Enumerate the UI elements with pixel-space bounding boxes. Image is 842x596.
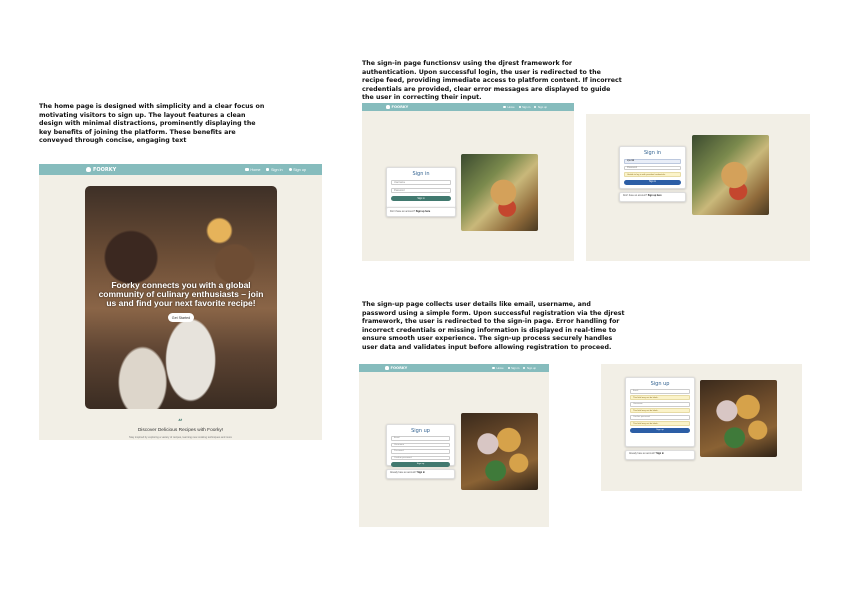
signup-description: The sign-up page collects user details l… (362, 301, 625, 351)
home-icon (492, 367, 495, 369)
signin-footer-text: Don't have an account? Sign up here (390, 210, 431, 213)
password-input[interactable]: Password (391, 449, 450, 454)
signin-title: Sign in (412, 171, 430, 177)
brand-logo[interactable]: FOORKY (86, 167, 116, 173)
signin-error-mockup: Sign in special Password Unable to log i… (586, 114, 810, 261)
password-input[interactable]: Password (624, 165, 681, 170)
quote-icon: “ (178, 417, 183, 427)
username-input[interactable]: special (624, 159, 681, 164)
signin-footer-text: Don't have an account? Sign up here (623, 195, 662, 197)
signup-footer-card: Already have an account? Sign in (386, 469, 455, 479)
signin-error-card: Sign in special Password Unable to log i… (619, 146, 686, 189)
user-plus-icon (534, 106, 537, 108)
nav-home-link[interactable]: Home (245, 168, 260, 172)
email-error: This field may not be blank. (630, 395, 690, 400)
sign-in-icon (518, 106, 521, 108)
nav-signin-link[interactable]: Sign in (507, 367, 519, 370)
signup-card: Sign up Email Username Password Confirm … (386, 424, 455, 467)
navbar: FOORKY Home Sign in Sign up (362, 103, 574, 111)
vegetables-image (461, 413, 538, 490)
signup-error-footer-card: Already have an account? Sign in (625, 450, 695, 460)
password-input[interactable]: Password (391, 188, 451, 193)
nav-links: Home Sign in Sign up (245, 168, 306, 172)
chef-hat-icon (386, 105, 390, 109)
navbar: FOORKY Home Sign in Sign up (39, 164, 322, 175)
brand-name: FOORKY (391, 105, 409, 109)
signin-page-mockup: FOORKY Home Sign in Sign up Sign in User… (362, 103, 574, 261)
sign-in-icon (266, 168, 270, 171)
password-input[interactable]: Confirm password (630, 415, 690, 420)
email-input[interactable]: Email (391, 436, 450, 441)
signin-error-footer-card: Don't have an account? Sign up here (619, 192, 686, 202)
nav-signin-link[interactable]: Sign in (266, 168, 283, 172)
signup-footer-text: Already have an account? Sign in (629, 453, 664, 455)
food-jar-image (692, 135, 769, 215)
nav-signin-link[interactable]: Sign in (518, 106, 530, 109)
signin-button[interactable]: Sign in (391, 196, 451, 201)
home-page-mockup: FOORKY Home Sign in Sign up Foorky conne… (39, 164, 322, 440)
brand-name: FOORKY (390, 366, 408, 370)
username-input[interactable]: Username (391, 442, 450, 447)
brand-logo[interactable]: FOORKY (385, 366, 407, 370)
nav-signup-link[interactable]: Sign up (288, 168, 306, 172)
signin-card: Sign in Username Password Sign in (386, 167, 456, 209)
brand-logo[interactable]: FOORKY (386, 105, 408, 109)
home-tagline: Stay inspired by exploring a variety of … (129, 436, 232, 439)
nav-links: Home Sign in Sign up (503, 106, 547, 109)
nav-signup-link[interactable]: Sign up (523, 367, 536, 370)
get-started-button[interactable]: Get Started (168, 313, 194, 322)
signup-title: Sign up (650, 381, 670, 387)
password-error: This field may not be blank. (630, 421, 690, 426)
signup-link[interactable]: Sign up here (416, 210, 430, 213)
home-description: The home page is designed with simplicit… (39, 103, 265, 145)
signup-button[interactable]: Sign up (391, 462, 450, 467)
home-icon (245, 168, 249, 171)
signup-button[interactable]: Sign up (630, 428, 690, 433)
food-jar-image (461, 154, 538, 231)
chef-hat-icon (385, 366, 389, 370)
signup-error-card: Sign up Email This field may not be blan… (625, 377, 695, 447)
signup-title: Sign up (411, 428, 430, 434)
signup-link[interactable]: Sign up here (648, 195, 662, 197)
username-error: This field may not be blank. (630, 408, 690, 413)
nav-signup-link[interactable]: Sign up (534, 106, 547, 109)
username-input[interactable]: Username (391, 180, 451, 185)
sign-in-icon (507, 367, 510, 369)
navbar: FOORKY Home Sign in Sign up (359, 364, 549, 372)
user-plus-icon (523, 367, 526, 369)
username-input[interactable]: Username (630, 402, 690, 407)
chef-hat-icon (86, 167, 91, 172)
user-plus-icon (288, 168, 292, 171)
signup-footer-text: Already have an account? Sign in (390, 472, 425, 474)
signin-description: The sign-in page functionsv using the dj… (362, 60, 622, 102)
signin-link[interactable]: Sign in (417, 472, 425, 474)
nav-home-link[interactable]: Home (492, 367, 504, 370)
signup-page-mockup: FOORKY Home Sign in Sign up Sign up Emai… (359, 364, 549, 527)
nav-links: Home Sign in Sign up (492, 367, 536, 370)
vegetables-image (700, 380, 777, 457)
signup-error-mockup: Sign up Email This field may not be blan… (601, 364, 802, 491)
signin-button[interactable]: Sign in (624, 180, 681, 185)
signin-title: Sign in (643, 150, 662, 156)
home-icon (503, 106, 506, 108)
signin-footer-card: Don't have an account? Sign up here (386, 207, 456, 217)
email-input[interactable]: Email (630, 389, 690, 394)
nav-home-link[interactable]: Home (503, 106, 515, 109)
home-subheading: Discover Delicious Recipes with Foorky! (137, 428, 224, 433)
confirm-password-input[interactable]: Confirm password (391, 455, 450, 460)
brand-name: FOORKY (93, 166, 117, 173)
signin-link[interactable]: Sign in (656, 453, 664, 455)
error-message: Unable to log in with provided credentia… (624, 172, 681, 177)
hero-text: Foorky connects you with a global commun… (98, 280, 264, 308)
